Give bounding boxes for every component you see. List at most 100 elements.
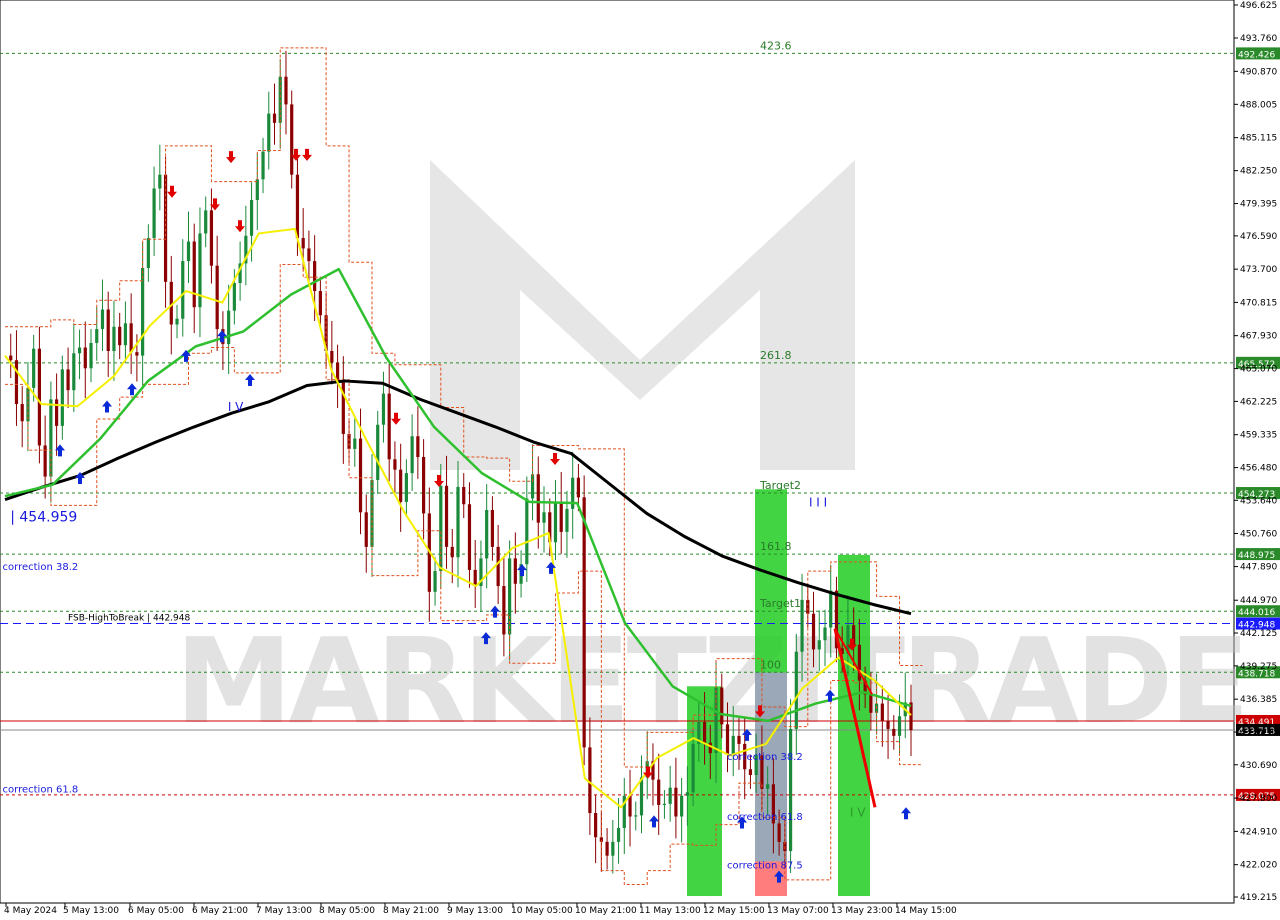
candle-body <box>83 347 87 369</box>
candle-body <box>152 188 156 239</box>
candle-body <box>181 261 185 319</box>
candle-body <box>616 828 621 842</box>
candle-body <box>416 436 420 457</box>
fib-label: 261.8 <box>760 349 792 362</box>
candle-body <box>175 318 179 325</box>
candle-body <box>410 436 414 474</box>
candle-body <box>513 558 517 584</box>
candle-body <box>89 342 93 369</box>
x-tick-label: 6 May 21:00 <box>192 906 248 916</box>
chart-annotation: I V <box>850 806 866 820</box>
candle-body <box>232 282 236 311</box>
candle-body <box>204 210 208 234</box>
candle-body <box>421 456 426 514</box>
x-tick-label: 13 May 07:00 <box>767 906 829 916</box>
y-tick-label: 439.275 <box>1240 662 1277 672</box>
y-tick-label: 465.070 <box>1240 365 1277 375</box>
level-price-label: 492.426 <box>1238 50 1275 60</box>
candle-body <box>227 310 231 345</box>
candle-body <box>135 352 139 356</box>
y-tick-label: 488.005 <box>1240 100 1277 110</box>
y-tick-label: 433.530 <box>1240 728 1277 738</box>
signal-zone <box>755 489 787 673</box>
x-tick-label: 12 May 15:00 <box>703 906 765 916</box>
candle-body <box>66 369 70 391</box>
chart-annotation: correction 38.2 <box>727 752 803 763</box>
x-tick-label: 11 May 13:00 <box>639 906 701 916</box>
candle-body <box>444 485 449 547</box>
y-tick-label: 459.335 <box>1240 431 1277 441</box>
candle-body <box>536 474 540 523</box>
y-tick-label: 450.760 <box>1240 530 1277 540</box>
candle-body <box>777 823 781 842</box>
candle-body <box>588 747 592 814</box>
candle-body <box>353 438 357 449</box>
fib-label: 100 <box>760 658 781 671</box>
candle-body <box>788 728 793 852</box>
candle-body <box>249 200 254 236</box>
candle-body <box>77 347 82 354</box>
y-tick-label: 479.395 <box>1240 200 1277 210</box>
candle-body <box>215 265 219 330</box>
candle-body <box>525 498 529 565</box>
y-tick-label: 453.640 <box>1240 496 1277 506</box>
candle-body <box>192 241 196 308</box>
candle-body <box>680 795 684 817</box>
y-tick-label: 490.870 <box>1240 67 1277 77</box>
candle-body <box>14 360 19 404</box>
fsb-label: FSB-HighToBreak | 442.948 <box>68 614 190 624</box>
candle-body <box>456 486 460 558</box>
x-tick-label: 5 May 13:00 <box>63 906 119 916</box>
candle-body <box>886 720 890 729</box>
candle-body <box>129 323 133 353</box>
candle-body <box>272 113 277 123</box>
candle-body <box>892 728 896 736</box>
level-price-label: 444.016 <box>1238 608 1275 618</box>
candle-body <box>811 613 816 650</box>
chart-annotation: correction 61.8 <box>3 784 79 795</box>
candle-body <box>307 248 311 262</box>
candle-body <box>691 743 695 793</box>
candle-body <box>364 512 368 547</box>
y-tick-label: 436.385 <box>1240 695 1277 705</box>
fib-label: 423.6 <box>760 39 792 52</box>
candle-body <box>553 501 558 543</box>
candle-body <box>897 716 902 736</box>
candle-body <box>261 151 265 180</box>
candle-body <box>60 369 64 426</box>
x-tick-label: 6 May 05:00 <box>128 906 184 916</box>
y-tick-label: 485.115 <box>1240 134 1277 144</box>
candle-body <box>605 841 609 856</box>
candle-body <box>433 571 437 592</box>
candle-body <box>880 703 884 721</box>
price-chart[interactable]: MARKETZITRADE492.426423.6465.572261.8454… <box>0 0 1280 920</box>
y-tick-label: 456.480 <box>1240 464 1277 474</box>
candle-body <box>685 792 689 796</box>
candle-body <box>639 777 644 816</box>
candle-body <box>467 504 472 570</box>
candle-body <box>806 599 810 614</box>
candle-body <box>530 474 535 499</box>
fib-label: 161.8 <box>760 540 792 553</box>
candle-body <box>634 815 638 817</box>
candle-body <box>817 640 821 650</box>
candle-body <box>209 210 214 266</box>
x-tick-label: 8 May 21:00 <box>383 906 439 916</box>
x-tick-label: 4 May 2024 <box>4 906 57 916</box>
y-tick-label: 482.250 <box>1240 167 1277 177</box>
plot-area <box>0 0 1235 904</box>
fib-label: Target1 <box>759 597 801 610</box>
candle-body <box>9 355 13 361</box>
candle-body <box>404 473 408 502</box>
chart-annotation: | 454.959 <box>10 510 77 526</box>
candle-body <box>295 174 300 239</box>
candle-body <box>95 329 99 343</box>
candle-body <box>387 393 391 460</box>
candle-body <box>657 779 661 805</box>
y-tick-label: 493.760 <box>1240 34 1277 44</box>
x-tick-label: 14 May 15:00 <box>895 906 957 916</box>
candle-body <box>496 546 500 587</box>
candle-body <box>381 393 386 425</box>
candle-body <box>582 497 586 748</box>
chart-annotation: I V <box>228 400 244 414</box>
